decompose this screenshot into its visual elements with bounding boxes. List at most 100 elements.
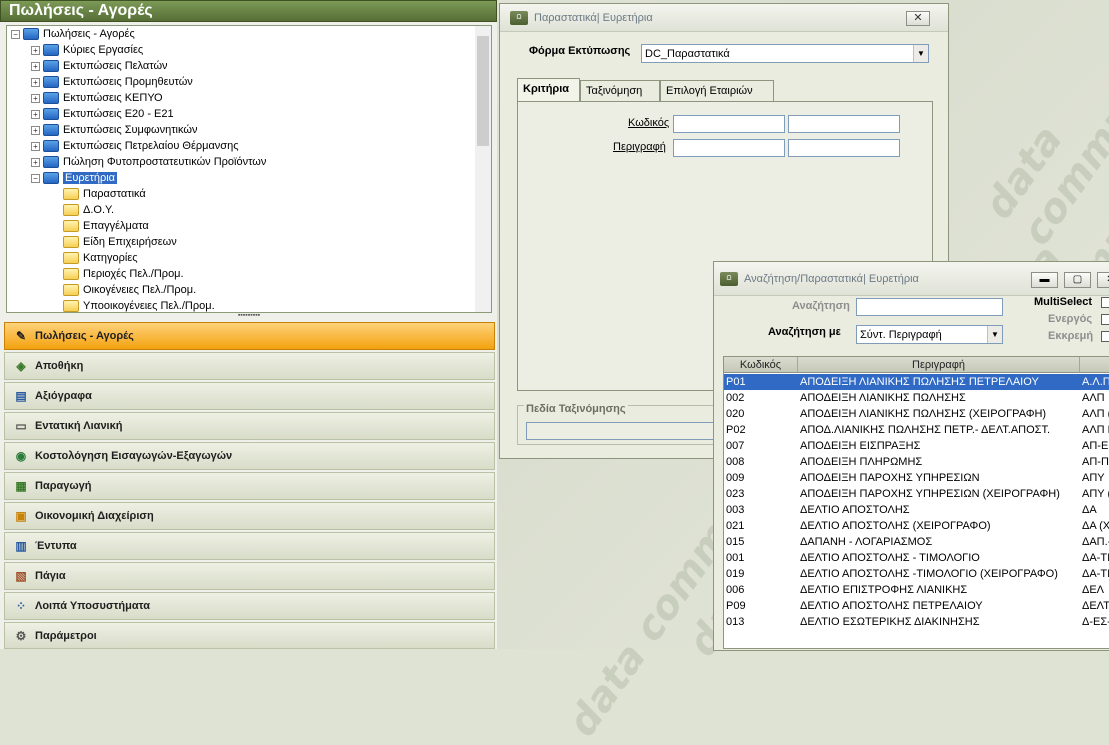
- tree-scrollbar[interactable]: [475, 26, 491, 312]
- code-from-field[interactable]: [673, 115, 785, 133]
- scrollbar-thumb[interactable]: [477, 36, 489, 146]
- tree-item[interactable]: + Εκτυπώσεις Προμηθευτών: [31, 74, 193, 90]
- table-row[interactable]: 001 ΔΕΛΤΙΟ ΑΠΟΣΤΟΛΗΣ - ΤΙΜΟΛΟΓΙΟ ΔΑ-ΤΙΜ: [724, 550, 1109, 566]
- column-header-description[interactable]: Περιγραφή: [798, 357, 1080, 373]
- tab-criteria[interactable]: Κριτήρια: [517, 78, 580, 102]
- table-row[interactable]: 020 ΑΠΟΔΕΙΞΗ ΛΙΑΝΙΚΗΣ ΠΩΛΗΣΗΣ (ΧΕΙΡΟΓΡΑΦΗ…: [724, 406, 1109, 422]
- tab-sorting[interactable]: Ταξινόμηση: [580, 80, 660, 102]
- tree-child[interactable]: Επαγγέλματα: [63, 218, 149, 234]
- module-tree[interactable]: − Πωλήσεις - Αγορές + Κύριες Εργασίες + Εκτ…: [6, 25, 492, 313]
- expand-icon[interactable]: +: [31, 45, 40, 55]
- expand-icon[interactable]: +: [31, 109, 40, 119]
- table-row[interactable]: 009 ΑΠΟΔΕΙΞΗ ΠΑΡΟΧΗΣ ΥΠΗΡΕΣΙΩΝ ΑΠΥ: [724, 470, 1109, 486]
- nav-label: Λοιπά Υποσυστήματα: [35, 600, 150, 612]
- tree-child[interactable]: Οικογένειες Πελ./Προμ.: [63, 282, 196, 298]
- tree-label: Κύριες Εργασίες: [63, 44, 144, 56]
- close-icon[interactable]: ✕: [906, 11, 930, 26]
- tree-item[interactable]: + Εκτυπώσεις Ε20 - Ε21: [31, 106, 174, 122]
- active-checkbox[interactable]: [1101, 314, 1109, 325]
- code-cell: 003: [726, 504, 745, 516]
- tree-child[interactable]: Κατηγορίες: [63, 250, 138, 266]
- description-cell: ΑΠΟΔΕΙΞΗ ΠΑΡΟΧΗΣ ΥΠΗΡΕΣΙΩΝ: [800, 472, 980, 484]
- expand-icon[interactable]: +: [31, 141, 40, 151]
- table-row[interactable]: 002 ΑΠΟΔΕΙΞΗ ΛΙΑΝΙΚΗΣ ΠΩΛΗΣΗΣ ΑΛΠ: [724, 390, 1109, 406]
- minimize-icon[interactable]: ▬: [1031, 272, 1058, 288]
- panel-splitter[interactable]: ▪▪▪▪▪▪▪▪▪: [6, 312, 492, 319]
- search-input[interactable]: [856, 298, 1003, 316]
- table-row[interactable]: 008 ΑΠΟΔΕΙΞΗ ΠΛΗΡΩΜΗΣ ΑΠ-ΠΛ: [724, 454, 1109, 470]
- table-row[interactable]: 023 ΑΠΟΔΕΙΞΗ ΠΑΡΟΧΗΣ ΥΠΗΡΕΣΙΩΝ (ΧΕΙΡΟΓΡΑΦ…: [724, 486, 1109, 502]
- nav-forms[interactable]: ▥ Έντυπα: [4, 532, 495, 560]
- folder-icon: [63, 204, 79, 217]
- nav-subsystems[interactable]: ⁘ Λοιπά Υποσυστήματα: [4, 592, 495, 620]
- table-row[interactable]: P01 ΑΠΟΔΕΙΞΗ ΛΙΑΝΙΚΗΣ ΠΩΛΗΣΗΣ ΠΕΤΡΕΛΑΙΟΥ Α…: [724, 374, 1109, 390]
- column-header-code[interactable]: Κωδικός: [724, 357, 798, 373]
- nav-parameters[interactable]: ⚙ Παράμετροι: [4, 622, 495, 649]
- nav-assets[interactable]: ▧ Πάγια: [4, 562, 495, 590]
- app-icon: Ω: [510, 11, 528, 26]
- nav-label: Εντατική Λιανική: [35, 420, 123, 432]
- production-icon: ▦: [15, 479, 27, 494]
- tree-child[interactable]: Υποοικογένειες Πελ./Προμ.: [63, 298, 215, 312]
- description-label[interactable]: Περιγραφή: [613, 141, 666, 153]
- table-row[interactable]: P09 ΔΕΛΤΙΟ ΑΠΟΣΤΟΛΗΣ ΠΕΤΡΕΛΑΙΟΥ ΔΕΛΤ.: [724, 598, 1109, 614]
- table-row[interactable]: 006 ΔΕΛΤΙΟ ΕΠΙΣΤΡΟΦΗΣ ΛΙΑΝΙΚΗΣ ΔΕΛ: [724, 582, 1109, 598]
- sort-fields-input[interactable]: [526, 422, 726, 440]
- expand-icon[interactable]: +: [31, 93, 40, 103]
- nav-sales-purchases[interactable]: ✎ Πωλήσεις - Αγορές: [4, 322, 495, 350]
- table-row[interactable]: 021 ΔΕΛΤΙΟ ΑΠΟΣΤΟΛΗΣ (ΧΕΙΡΟΓΡΑΦΟ) ΔΑ (Χ: [724, 518, 1109, 534]
- nav-financial[interactable]: ▣ Οικονομική Διαχείριση: [4, 502, 495, 530]
- documents-grid[interactable]: Κωδικός Περιγραφή P01 ΑΠΟΔΕΙΞΗ ΛΙΑΝΙΚΗΣ Π…: [723, 356, 1109, 649]
- tree-child[interactable]: Είδη Επιχειρήσεων: [63, 234, 177, 250]
- tree-item[interactable]: + Εκτυπώσεις ΚΕΠΥΟ: [31, 90, 163, 106]
- folder-icon: [63, 284, 79, 297]
- code-label[interactable]: Κωδικός: [628, 117, 669, 129]
- description-to-field[interactable]: [788, 139, 900, 157]
- collapse-icon[interactable]: −: [31, 173, 40, 183]
- collapse-icon[interactable]: −: [11, 29, 20, 39]
- close-icon[interactable]: ✕: [1097, 272, 1109, 288]
- expand-icon[interactable]: +: [31, 157, 40, 167]
- maximize-icon[interactable]: ▢: [1064, 272, 1091, 288]
- tree-item[interactable]: + Πώληση Φυτοπροστατευτικών Προϊόντων: [31, 154, 266, 170]
- code-to-field[interactable]: [788, 115, 900, 133]
- folder-icon: [63, 300, 79, 312]
- window-title-bar[interactable]: Ω Παραστατικά| Ευρετήρια: [500, 4, 948, 32]
- table-row[interactable]: P02 ΑΠΟΔ.ΛΙΑΝΙΚΗΣ ΠΩΛΗΣΗΣ ΠΕΤΡ.- ΔΕΛΤ.ΑΠΟ…: [724, 422, 1109, 438]
- tree-child[interactable]: Παραστατικά: [63, 186, 146, 202]
- nav-production[interactable]: ▦ Παραγωγή: [4, 472, 495, 500]
- tree-item[interactable]: + Εκτυπώσεις Συμφωνητικών: [31, 122, 197, 138]
- nav-import-export-costing[interactable]: ◉ Κοστολόγηση Εισαγωγών-Εξαγωγών: [4, 442, 495, 470]
- code-cell: 019: [726, 568, 745, 580]
- table-row[interactable]: 019 ΔΕΛΤΙΟ ΑΠΟΣΤΟΛΗΣ -ΤΙΜΟΛΟΓΙΟ (ΧΕΙΡΟΓΡΑ…: [724, 566, 1109, 582]
- print-form-select[interactable]: DC_Παραστατικά ▼: [641, 44, 929, 63]
- nav-retail[interactable]: ▭ Εντατική Λιανική: [4, 412, 495, 440]
- tree-item[interactable]: + Εκτυπώσεις Πελατών: [31, 58, 168, 74]
- table-row[interactable]: 003 ΔΕΛΤΙΟ ΑΠΟΣΤΟΛΗΣ ΔΑ: [724, 502, 1109, 518]
- column-header-abbreviation[interactable]: [1080, 357, 1109, 373]
- tree-child[interactable]: Δ.Ο.Υ.: [63, 202, 114, 218]
- expand-icon[interactable]: +: [31, 61, 40, 71]
- tree-root[interactable]: − Πωλήσεις - Αγορές: [11, 26, 135, 42]
- table-row[interactable]: 013 ΔΕΛΤΙΟ ΕΣΩΤΕΡΙΚΗΣ ΔΙΑΚΙΝΗΣΗΣ Δ-ΕΣ-Δ: [724, 614, 1109, 630]
- code-cell: 006: [726, 584, 745, 596]
- pending-checkbox[interactable]: [1101, 331, 1109, 342]
- search-with-select[interactable]: Σύντ. Περιγραφή ▼: [856, 325, 1003, 344]
- description-from-field[interactable]: [673, 139, 785, 157]
- expand-icon[interactable]: +: [31, 77, 40, 87]
- nav-warehouse[interactable]: ◈ Αποθήκη: [4, 352, 495, 380]
- multiselect-checkbox[interactable]: [1101, 297, 1109, 308]
- tree-label: Είδη Επιχειρήσεων: [83, 236, 177, 248]
- tree-child[interactable]: Περιοχές Πελ./Προμ.: [63, 266, 184, 282]
- expand-icon[interactable]: +: [31, 125, 40, 135]
- tree-item[interactable]: + Εκτυπώσεις Πετρελαίου Θέρμανσης: [31, 138, 239, 154]
- table-row[interactable]: 015 ΔΑΠΑΝΗ - ΛΟΓΑΡΙΑΣΜΟΣ ΔΑΠ.-: [724, 534, 1109, 550]
- tree-item[interactable]: + Κύριες Εργασίες: [31, 42, 143, 58]
- nav-securities[interactable]: ▤ Αξιόγραφα: [4, 382, 495, 410]
- abbreviation-cell: ΔΑ: [1082, 504, 1097, 516]
- tree-item-selected[interactable]: − Ευρετήρια: [31, 170, 118, 186]
- chevron-down-icon[interactable]: ▼: [987, 326, 1002, 343]
- tab-select-companies[interactable]: Επιλογή Εταιριών: [660, 80, 774, 102]
- chevron-down-icon[interactable]: ▼: [913, 45, 928, 62]
- table-row[interactable]: 007 ΑΠΟΔΕΙΞΗ ΕΙΣΠΡΑΞΗΣ ΑΠ-ΕΙΣ: [724, 438, 1109, 454]
